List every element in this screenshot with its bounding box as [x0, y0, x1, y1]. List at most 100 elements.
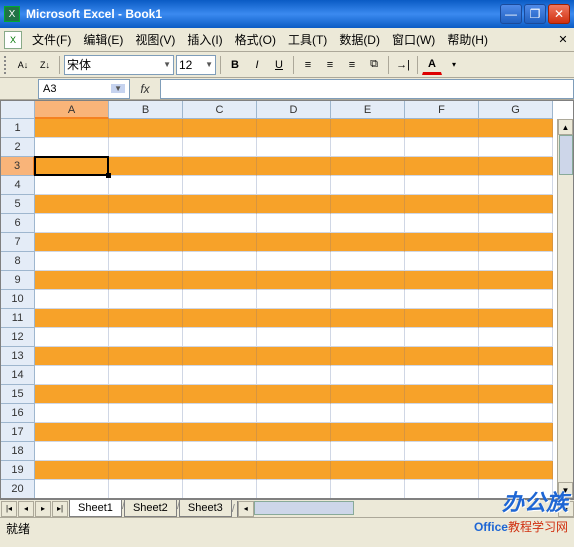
vertical-scroll-thumb[interactable]: [559, 135, 573, 175]
sheet-tab-sheet1[interactable]: Sheet1: [69, 500, 122, 517]
cell-B11[interactable]: [109, 309, 183, 328]
row-header-18[interactable]: 18: [1, 442, 35, 461]
scroll-up-button[interactable]: ▲: [558, 119, 573, 135]
cell-E19[interactable]: [331, 461, 405, 480]
menu-edit[interactable]: 编辑(E): [77, 29, 129, 50]
row-header-3[interactable]: 3: [1, 157, 35, 176]
cell-D16[interactable]: [257, 404, 331, 423]
font-color-button[interactable]: A: [422, 55, 442, 75]
cell-A16[interactable]: [35, 404, 109, 423]
cell-A9[interactable]: [35, 271, 109, 290]
cell-F10[interactable]: [405, 290, 479, 309]
cell-C8[interactable]: [183, 252, 257, 271]
cell-F19[interactable]: [405, 461, 479, 480]
cell-B6[interactable]: [109, 214, 183, 233]
cell-D19[interactable]: [257, 461, 331, 480]
cell-C1[interactable]: [183, 119, 257, 138]
cell-F2[interactable]: [405, 138, 479, 157]
cell-C6[interactable]: [183, 214, 257, 233]
cell-F12[interactable]: [405, 328, 479, 347]
column-header-F[interactable]: F: [405, 101, 479, 119]
minimize-button[interactable]: —: [500, 4, 522, 24]
cell-A4[interactable]: [35, 176, 109, 195]
cell-A17[interactable]: [35, 423, 109, 442]
cell-F14[interactable]: [405, 366, 479, 385]
tab-next-button[interactable]: ▸: [35, 501, 51, 517]
cell-G7[interactable]: [479, 233, 553, 252]
cell-D20[interactable]: [257, 480, 331, 499]
cell-B16[interactable]: [109, 404, 183, 423]
cell-B20[interactable]: [109, 480, 183, 499]
menu-view[interactable]: 视图(V): [129, 29, 181, 50]
cell-G18[interactable]: [479, 442, 553, 461]
scroll-left-button[interactable]: ◂: [238, 501, 254, 517]
cell-G14[interactable]: [479, 366, 553, 385]
cell-A8[interactable]: [35, 252, 109, 271]
cell-B4[interactable]: [109, 176, 183, 195]
cell-D11[interactable]: [257, 309, 331, 328]
cell-E8[interactable]: [331, 252, 405, 271]
bold-button[interactable]: B: [225, 55, 245, 75]
cell-E3[interactable]: [331, 157, 405, 176]
cell-D9[interactable]: [257, 271, 331, 290]
cell-G17[interactable]: [479, 423, 553, 442]
column-header-C[interactable]: C: [183, 101, 257, 119]
underline-button[interactable]: U: [269, 55, 289, 75]
cell-G4[interactable]: [479, 176, 553, 195]
cell-D1[interactable]: [257, 119, 331, 138]
tab-prev-button[interactable]: ◂: [18, 501, 34, 517]
cell-A18[interactable]: [35, 442, 109, 461]
cell-E18[interactable]: [331, 442, 405, 461]
row-header-7[interactable]: 7: [1, 233, 35, 252]
cell-B9[interactable]: [109, 271, 183, 290]
cell-F20[interactable]: [405, 480, 479, 499]
row-header-9[interactable]: 9: [1, 271, 35, 290]
cell-A10[interactable]: [35, 290, 109, 309]
close-button[interactable]: ✕: [548, 4, 570, 24]
cell-B12[interactable]: [109, 328, 183, 347]
cell-G20[interactable]: [479, 480, 553, 499]
cell-D7[interactable]: [257, 233, 331, 252]
cell-A7[interactable]: [35, 233, 109, 252]
cell-E14[interactable]: [331, 366, 405, 385]
cell-E12[interactable]: [331, 328, 405, 347]
cell-B13[interactable]: [109, 347, 183, 366]
cell-E7[interactable]: [331, 233, 405, 252]
cell-B10[interactable]: [109, 290, 183, 309]
row-header-2[interactable]: 2: [1, 138, 35, 157]
cell-G2[interactable]: [479, 138, 553, 157]
column-header-B[interactable]: B: [109, 101, 183, 119]
cell-B7[interactable]: [109, 233, 183, 252]
cell-A11[interactable]: [35, 309, 109, 328]
cell-C18[interactable]: [183, 442, 257, 461]
tab-last-button[interactable]: ▸|: [52, 501, 68, 517]
column-header-D[interactable]: D: [257, 101, 331, 119]
cell-D17[interactable]: [257, 423, 331, 442]
menu-insert[interactable]: 插入(I): [181, 29, 228, 50]
cell-C15[interactable]: [183, 385, 257, 404]
cell-G1[interactable]: [479, 119, 553, 138]
cell-A19[interactable]: [35, 461, 109, 480]
row-header-4[interactable]: 4: [1, 176, 35, 195]
cell-A20[interactable]: [35, 480, 109, 499]
align-left-button[interactable]: ≡: [298, 55, 318, 75]
row-header-11[interactable]: 11: [1, 309, 35, 328]
align-center-button[interactable]: ≡: [320, 55, 340, 75]
cell-C9[interactable]: [183, 271, 257, 290]
cell-D12[interactable]: [257, 328, 331, 347]
sort-desc-button[interactable]: Z↓: [35, 55, 55, 75]
cell-C14[interactable]: [183, 366, 257, 385]
cell-B17[interactable]: [109, 423, 183, 442]
row-header-12[interactable]: 12: [1, 328, 35, 347]
document-close-button[interactable]: ✕: [556, 33, 570, 47]
menu-tools[interactable]: 工具(T): [282, 29, 333, 50]
maximize-button[interactable]: ❐: [524, 4, 546, 24]
cell-B1[interactable]: [109, 119, 183, 138]
cell-F8[interactable]: [405, 252, 479, 271]
cell-G12[interactable]: [479, 328, 553, 347]
cell-D3[interactable]: [257, 157, 331, 176]
cell-C4[interactable]: [183, 176, 257, 195]
cell-D15[interactable]: [257, 385, 331, 404]
menu-file[interactable]: 文件(F): [26, 29, 77, 50]
cell-B8[interactable]: [109, 252, 183, 271]
